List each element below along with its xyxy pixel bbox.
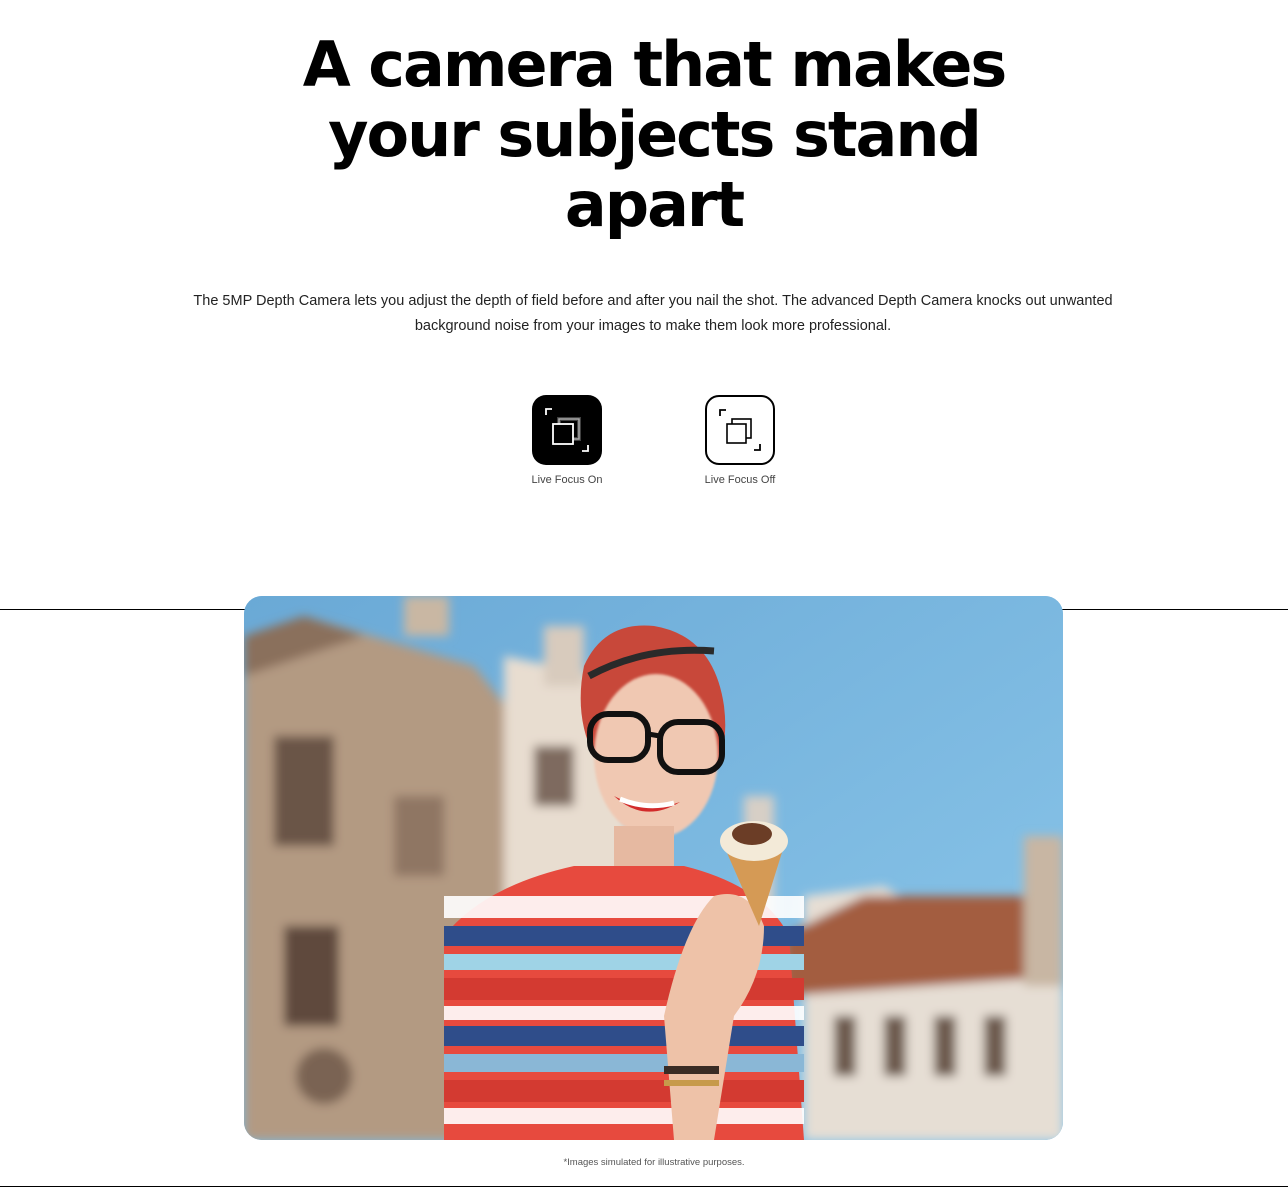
- headline-line-1: A camera that makes: [302, 28, 1008, 101]
- live-focus-off-button[interactable]: Live Focus Off: [685, 395, 795, 486]
- description-line-2: background noise from your images to mak…: [414, 318, 892, 334]
- live-focus-off-icon: [705, 395, 775, 465]
- live-focus-off-label: Live Focus Off: [704, 474, 776, 486]
- section-headline: A camera that makes your subjects stand …: [294, 30, 1014, 240]
- description-line-1: The 5MP Depth Camera lets you adjust the…: [193, 293, 1113, 309]
- woman-with-ice-cream-photo: [244, 596, 1063, 1140]
- live-focus-on-icon: [532, 395, 602, 465]
- headline-line-3: apart: [564, 168, 745, 241]
- disclaimer-text: *Images simulated for illustrative purpo…: [563, 1157, 745, 1168]
- live-focus-on-label: Live Focus On: [531, 474, 603, 486]
- headline-line-2: your subjects stand: [328, 98, 982, 171]
- live-focus-on-button[interactable]: Live Focus On: [512, 395, 622, 486]
- section-description: The 5MP Depth Camera lets you adjust the…: [190, 289, 1116, 339]
